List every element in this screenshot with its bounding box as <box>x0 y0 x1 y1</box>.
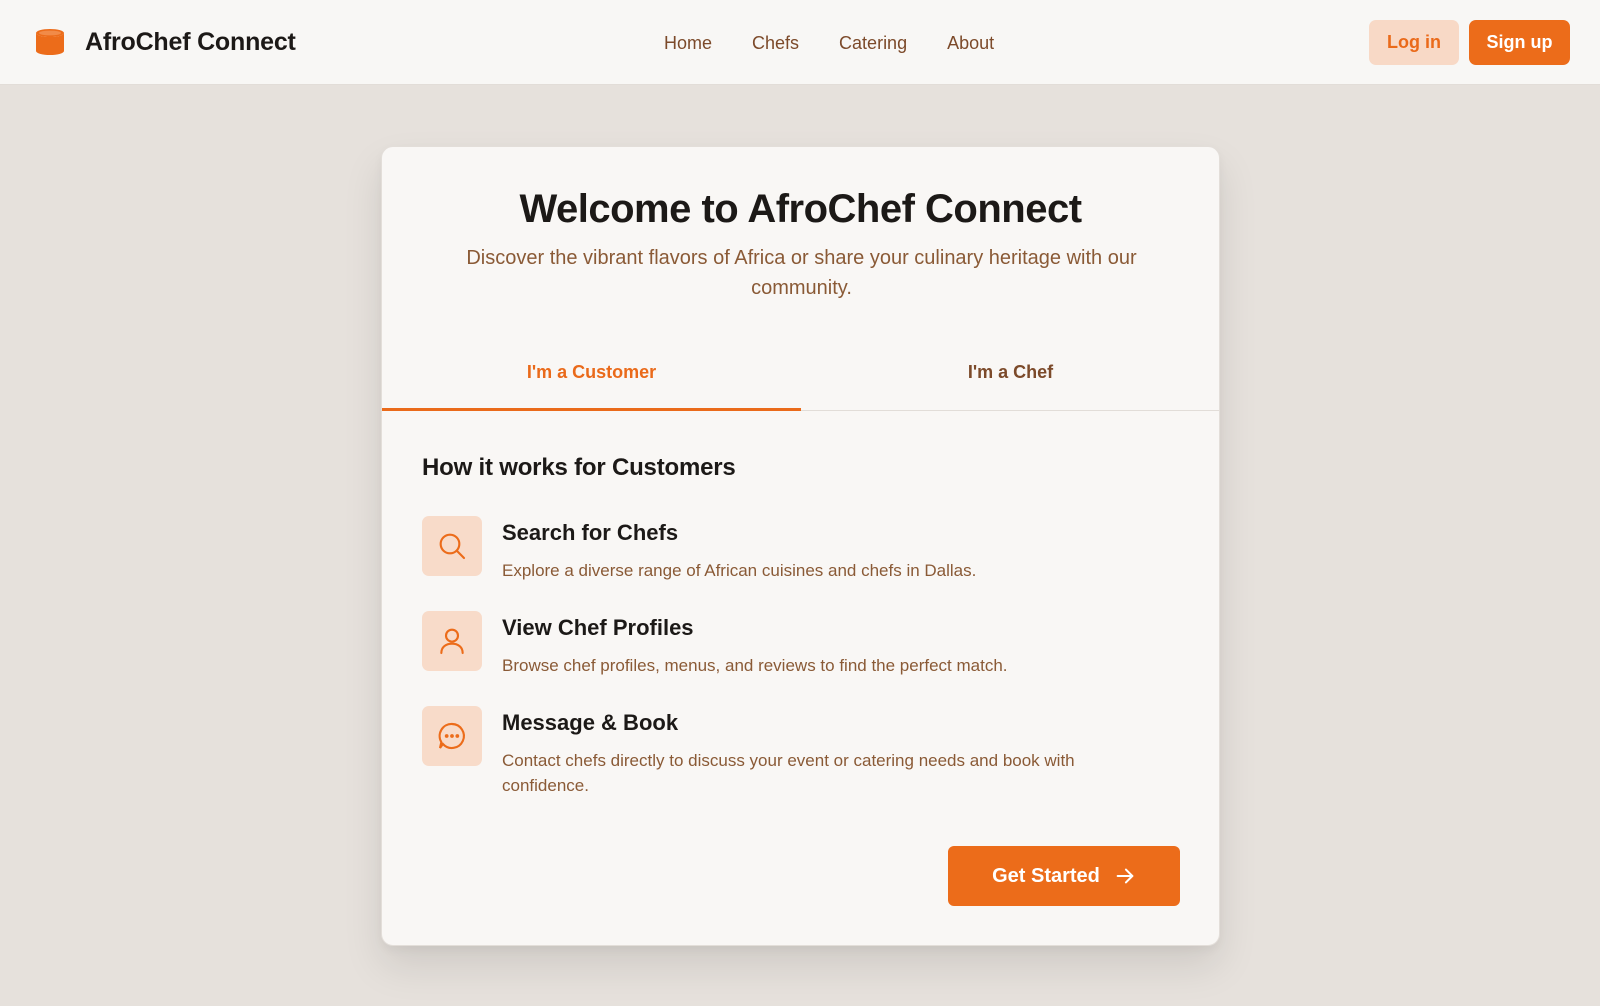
step-icon-box <box>422 516 482 576</box>
nav-catering[interactable]: Catering <box>839 31 907 55</box>
search-icon <box>439 533 466 560</box>
top-navbar: AfroChef Connect Home Chefs Catering Abo… <box>0 0 1600 85</box>
step-description: Explore a diverse range of African cuisi… <box>502 561 977 580</box>
page-title: Welcome to AfroChef Connect <box>519 187 1082 231</box>
page-subtitle: Discover the vibrant flavors of Africa o… <box>466 247 1137 299</box>
nav-about[interactable]: About <box>947 31 994 55</box>
login-button[interactable]: Log in <box>1369 20 1459 65</box>
get-started-button[interactable]: Get Started <box>948 846 1180 906</box>
step-title: Search for Chefs <box>502 520 679 545</box>
tab-customer[interactable]: I'm a Customer <box>382 347 801 411</box>
user-icon <box>440 628 464 655</box>
message-icon <box>438 722 465 750</box>
nav-chefs[interactable]: Chefs <box>752 31 799 55</box>
welcome-card: Welcome to AfroChef Connect Discover the… <box>381 146 1220 946</box>
step-icon-box <box>422 706 482 766</box>
tab-chef[interactable]: I'm a Chef <box>801 347 1220 411</box>
brand[interactable]: AfroChef Connect <box>34 26 296 58</box>
step-description: Contact chefs directly to discuss your e… <box>502 751 1075 795</box>
nav-home[interactable]: Home <box>664 31 712 55</box>
main-nav: Home Chefs Catering About <box>664 31 1034 55</box>
chef-hat-logo-icon <box>36 29 64 55</box>
section-title: How it works for Customers <box>422 454 736 481</box>
brand-name: AfroChef Connect <box>85 27 296 56</box>
arrow-right-icon <box>1116 868 1134 884</box>
step-title: View Chef Profiles <box>502 615 694 640</box>
step-title: Message & Book <box>502 710 679 735</box>
step-description: Browse chef profiles, menus, and reviews… <box>502 656 1008 675</box>
signup-button[interactable]: Sign up <box>1469 20 1570 65</box>
step-icon-box <box>422 611 482 671</box>
get-started-label: Get Started <box>992 864 1100 887</box>
role-tabs: I'm a Customer I'm a Chef <box>382 347 1219 411</box>
